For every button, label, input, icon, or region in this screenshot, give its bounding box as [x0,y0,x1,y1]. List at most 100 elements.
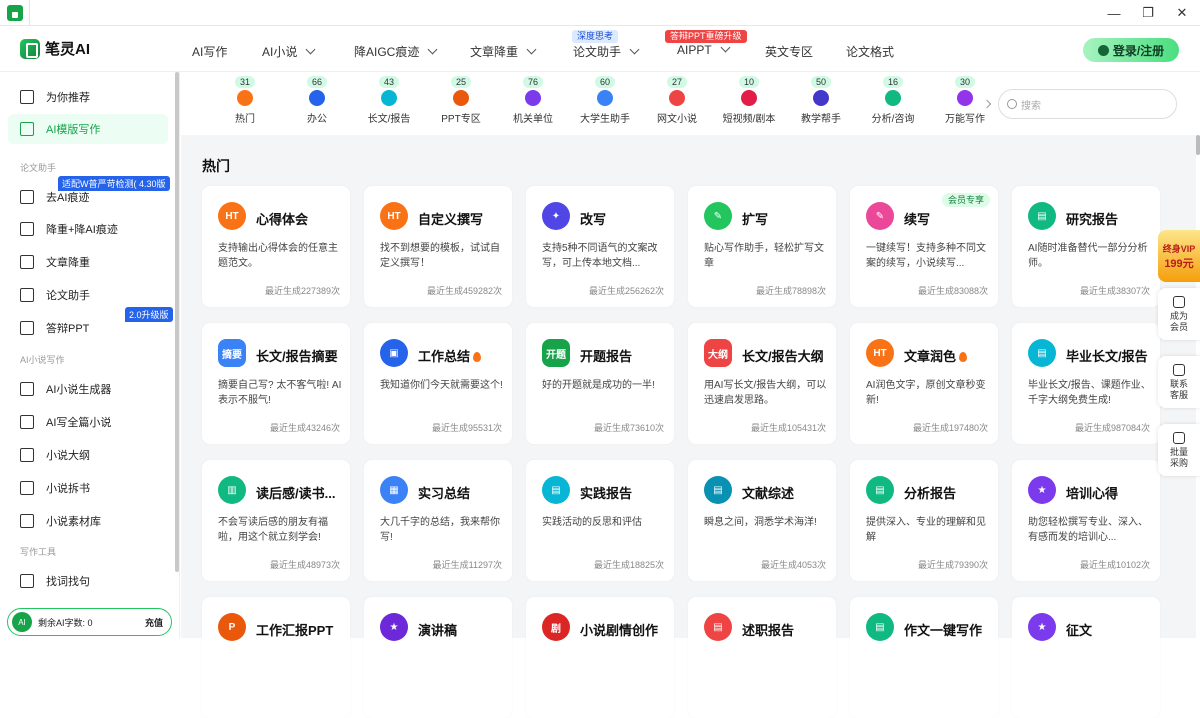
sidebar-item-thesis-assistant[interactable]: 论文助手 [8,280,168,310]
nav-ai-novel[interactable]: AI小说 [262,43,316,60]
template-card[interactable]: ▤ 述职报告 [688,597,836,718]
ppt-icon [20,321,34,335]
vip-label: 终身VIP [1162,243,1196,254]
sidebar-item-novel-breakdown[interactable]: 小说拆书 [8,473,168,503]
template-card[interactable]: ▤ 作文一键写作 [850,597,998,718]
nav-thesis-format[interactable]: 论文格式 [846,43,894,60]
sidebar-item-remove-ai[interactable]: 去AI痕迹 [8,182,168,212]
template-card[interactable]: ✎ 续写 一键续写！支持多种不同文案的续写，小说续写... 最近生成83088次 会员专… [850,186,998,307]
card-icon: 剧 [542,613,570,641]
sidebar-item-novel-materials[interactable]: 小说素材库 [8,506,168,536]
contact-support-button[interactable]: 联系客服 [1158,356,1200,408]
template-card[interactable]: HT 心得体会 支持输出心得体会的任意主题范文。 最近生成227389次 [202,186,350,307]
sidebar-item-novel-generator[interactable]: AI小说生成器 [8,374,168,404]
template-card[interactable]: ▤ 文献综述 瞬息之间，洞悉学术海洋! 最近生成4053次 [688,460,836,581]
logo[interactable]: 笔灵AI [20,38,90,59]
category-tab[interactable]: 10 短视频/剧本 [719,76,779,125]
template-card[interactable]: ▤ 毕业长文/报告 毕业长文/报告、课题作业、千字大纲免费生成! 最近生成987084… [1012,323,1160,444]
sidebar-scrollbar[interactable] [175,72,179,572]
category-count: 10 [739,76,760,88]
template-card[interactable]: ▥ 读后感/读书... 不会写读后感的朋友有福啦，用这个就立刻学会! 最近生成4897… [202,460,350,581]
headset-icon [1173,363,1185,376]
become-member-button[interactable]: 成为会员 [1158,288,1200,340]
sidebar-item-reduce-dup[interactable]: 文章降重 [8,247,168,277]
sidebar-item-template-writing[interactable]: AI模版写作 [8,114,168,144]
category-tab[interactable]: 25 PPT专区 [431,76,491,125]
float-label: 成为会员 [1169,310,1188,332]
hot-icon [959,352,968,362]
category-tab[interactable]: 16 分析/咨询 [863,76,923,125]
section-title: 热门 [202,158,230,174]
nav-thesis-assistant[interactable]: 论文助手 [573,43,640,60]
template-card[interactable]: 剧小说剧情创作 [526,597,674,718]
category-count: 31 [235,76,256,88]
card-usage-count: 最近生成10102次 [1079,560,1150,570]
template-card[interactable]: ▤ 分析报告 提供深入、专业的理解和见解 最近生成79390次 [850,460,998,581]
float-label: 批量采购 [1169,446,1188,468]
category-label: 教学帮手 [801,114,841,125]
template-card[interactable]: ✦ 改写 支持5种不同语气的文案改写，可上传本地文档... 最近生成256262次 [526,186,674,307]
card-title: 工作汇报PPT [256,620,333,639]
sidebar-item-novel-outline[interactable]: 小说大纲 [8,440,168,470]
template-card[interactable]: HT 文章润色 AI润色文字，原创文章秒变新! 最近生成197480次 [850,323,998,444]
nav-reduce-duplicate[interactable]: 文章降重 [470,43,537,60]
nav-label: 论文助手 [573,45,622,59]
content-scrollbar[interactable] [1196,135,1200,155]
template-card[interactable]: ★ 征文 [1012,597,1160,718]
category-tab[interactable]: 31 热门 [215,76,275,125]
card-title-text: 实践报告 [580,486,633,501]
category-tab[interactable]: 76 机关单位 [503,76,563,125]
briefcase-icon [1173,431,1185,444]
close-button[interactable]: ✕ [1160,0,1200,26]
template-card[interactable]: HT 自定义撰写 找不到想要的模板，试试自定义撰写！ 最近生成459282次 [364,186,512,307]
category-count: 76 [523,76,544,88]
nav-label: AI小说 [262,45,298,59]
template-card[interactable]: ▣ 工作总结 我知道你们今天就需要这个! 最近生成95531次 [364,323,512,444]
card-usage-count: 最近生成48973次 [269,560,340,570]
card-usage-count: 最近生成105431次 [750,423,826,433]
template-card[interactable]: 开题 开题报告 好的开题就是成功的一半! 最近生成73610次 [526,323,674,444]
sidebar-item-find-words[interactable]: 找词找句 [8,566,168,596]
template-card[interactable]: ★ 培训心得 助您轻松撰写专业、深入、有感而发的培训心... 最近生成10102次 [1012,460,1160,581]
nav-aippt[interactable]: AIPPT [677,42,731,57]
nav-english[interactable]: 英文专区 [765,43,813,60]
template-card[interactable]: ✎ 扩写 贴心写作助手，轻松扩写文章 最近生成78898次 [688,186,836,307]
card-title-text: 长文/报告摘要 [256,349,338,364]
edit-icon [20,288,34,302]
bulk-purchase-button[interactable]: 批量采购 [1158,424,1200,476]
nav-label: 降AIGC痕迹 [354,45,420,59]
search-placeholder: 搜索 [1021,100,1041,112]
home-tab[interactable] [0,0,30,26]
sidebar-item-label: 找词找句 [46,576,90,588]
sidebar-item-full-novel[interactable]: AI写全篇小说 [8,407,168,437]
card-usage-count: 最近生成38307次 [1079,286,1150,296]
category-tab[interactable]: 27 网文小说 [647,76,707,125]
chevron-down-icon [720,42,731,53]
sidebar-item-reduce-dup-ai[interactable]: 降重+降AI痕迹 [8,214,168,244]
template-card[interactable]: ▦ 实习总结 大几千字的总结，我来帮你写! 最近生成11297次 [364,460,512,581]
sidebar-item-recommend[interactable]: 为你推荐 [8,82,168,112]
document-icon [20,255,34,269]
category-tab[interactable]: 60 大学生助手 [575,76,635,125]
template-card[interactable]: ▤ 实践报告 实践活动的反思和评估 最近生成18825次 [526,460,674,581]
template-card[interactable]: 摘要 长文/报告摘要 摘要自己写? 太不客气啦! AI表示不服气! 最近生成43246… [202,323,350,444]
template-card[interactable]: ★ 演讲稿 [364,597,512,718]
nav-ai-writing[interactable]: AI写作 [192,43,227,60]
template-card[interactable]: 大纲 长文/报告大纲 用AI写长文/报告大纲，可以迅速启发思路。 最近生成105431… [688,323,836,444]
template-card[interactable]: ▤ 研究报告 AI随时准备替代一部分分析师。 最近生成38307次 [1012,186,1160,307]
category-tab[interactable]: 43 长文/报告 [359,76,419,125]
category-tab[interactable]: 50 教学帮手 [791,76,851,125]
vip-promo[interactable]: 终身VIP 199元 [1158,230,1200,282]
card-description: 支持5种不同语气的文案改写，可上传本地文档... [542,243,658,269]
card-icon: HT [218,202,246,230]
card-description: 大几千字的总结，我来帮你写! [380,517,500,543]
search-input[interactable]: 搜索 [998,89,1177,119]
category-tab[interactable]: 66 办公 [287,76,347,125]
template-card[interactable]: P 工作汇报PPT [202,597,350,718]
login-button[interactable]: 登录/注册 [1083,38,1179,62]
category-count: 60 [595,76,616,88]
sidebar-item-defense-ppt[interactable]: 答辩PPT [8,313,168,343]
home-icon [6,5,23,21]
nav-reduce-aigc[interactable]: 降AIGC痕迹 [354,43,438,60]
recharge-button[interactable]: 充值 [145,616,163,629]
